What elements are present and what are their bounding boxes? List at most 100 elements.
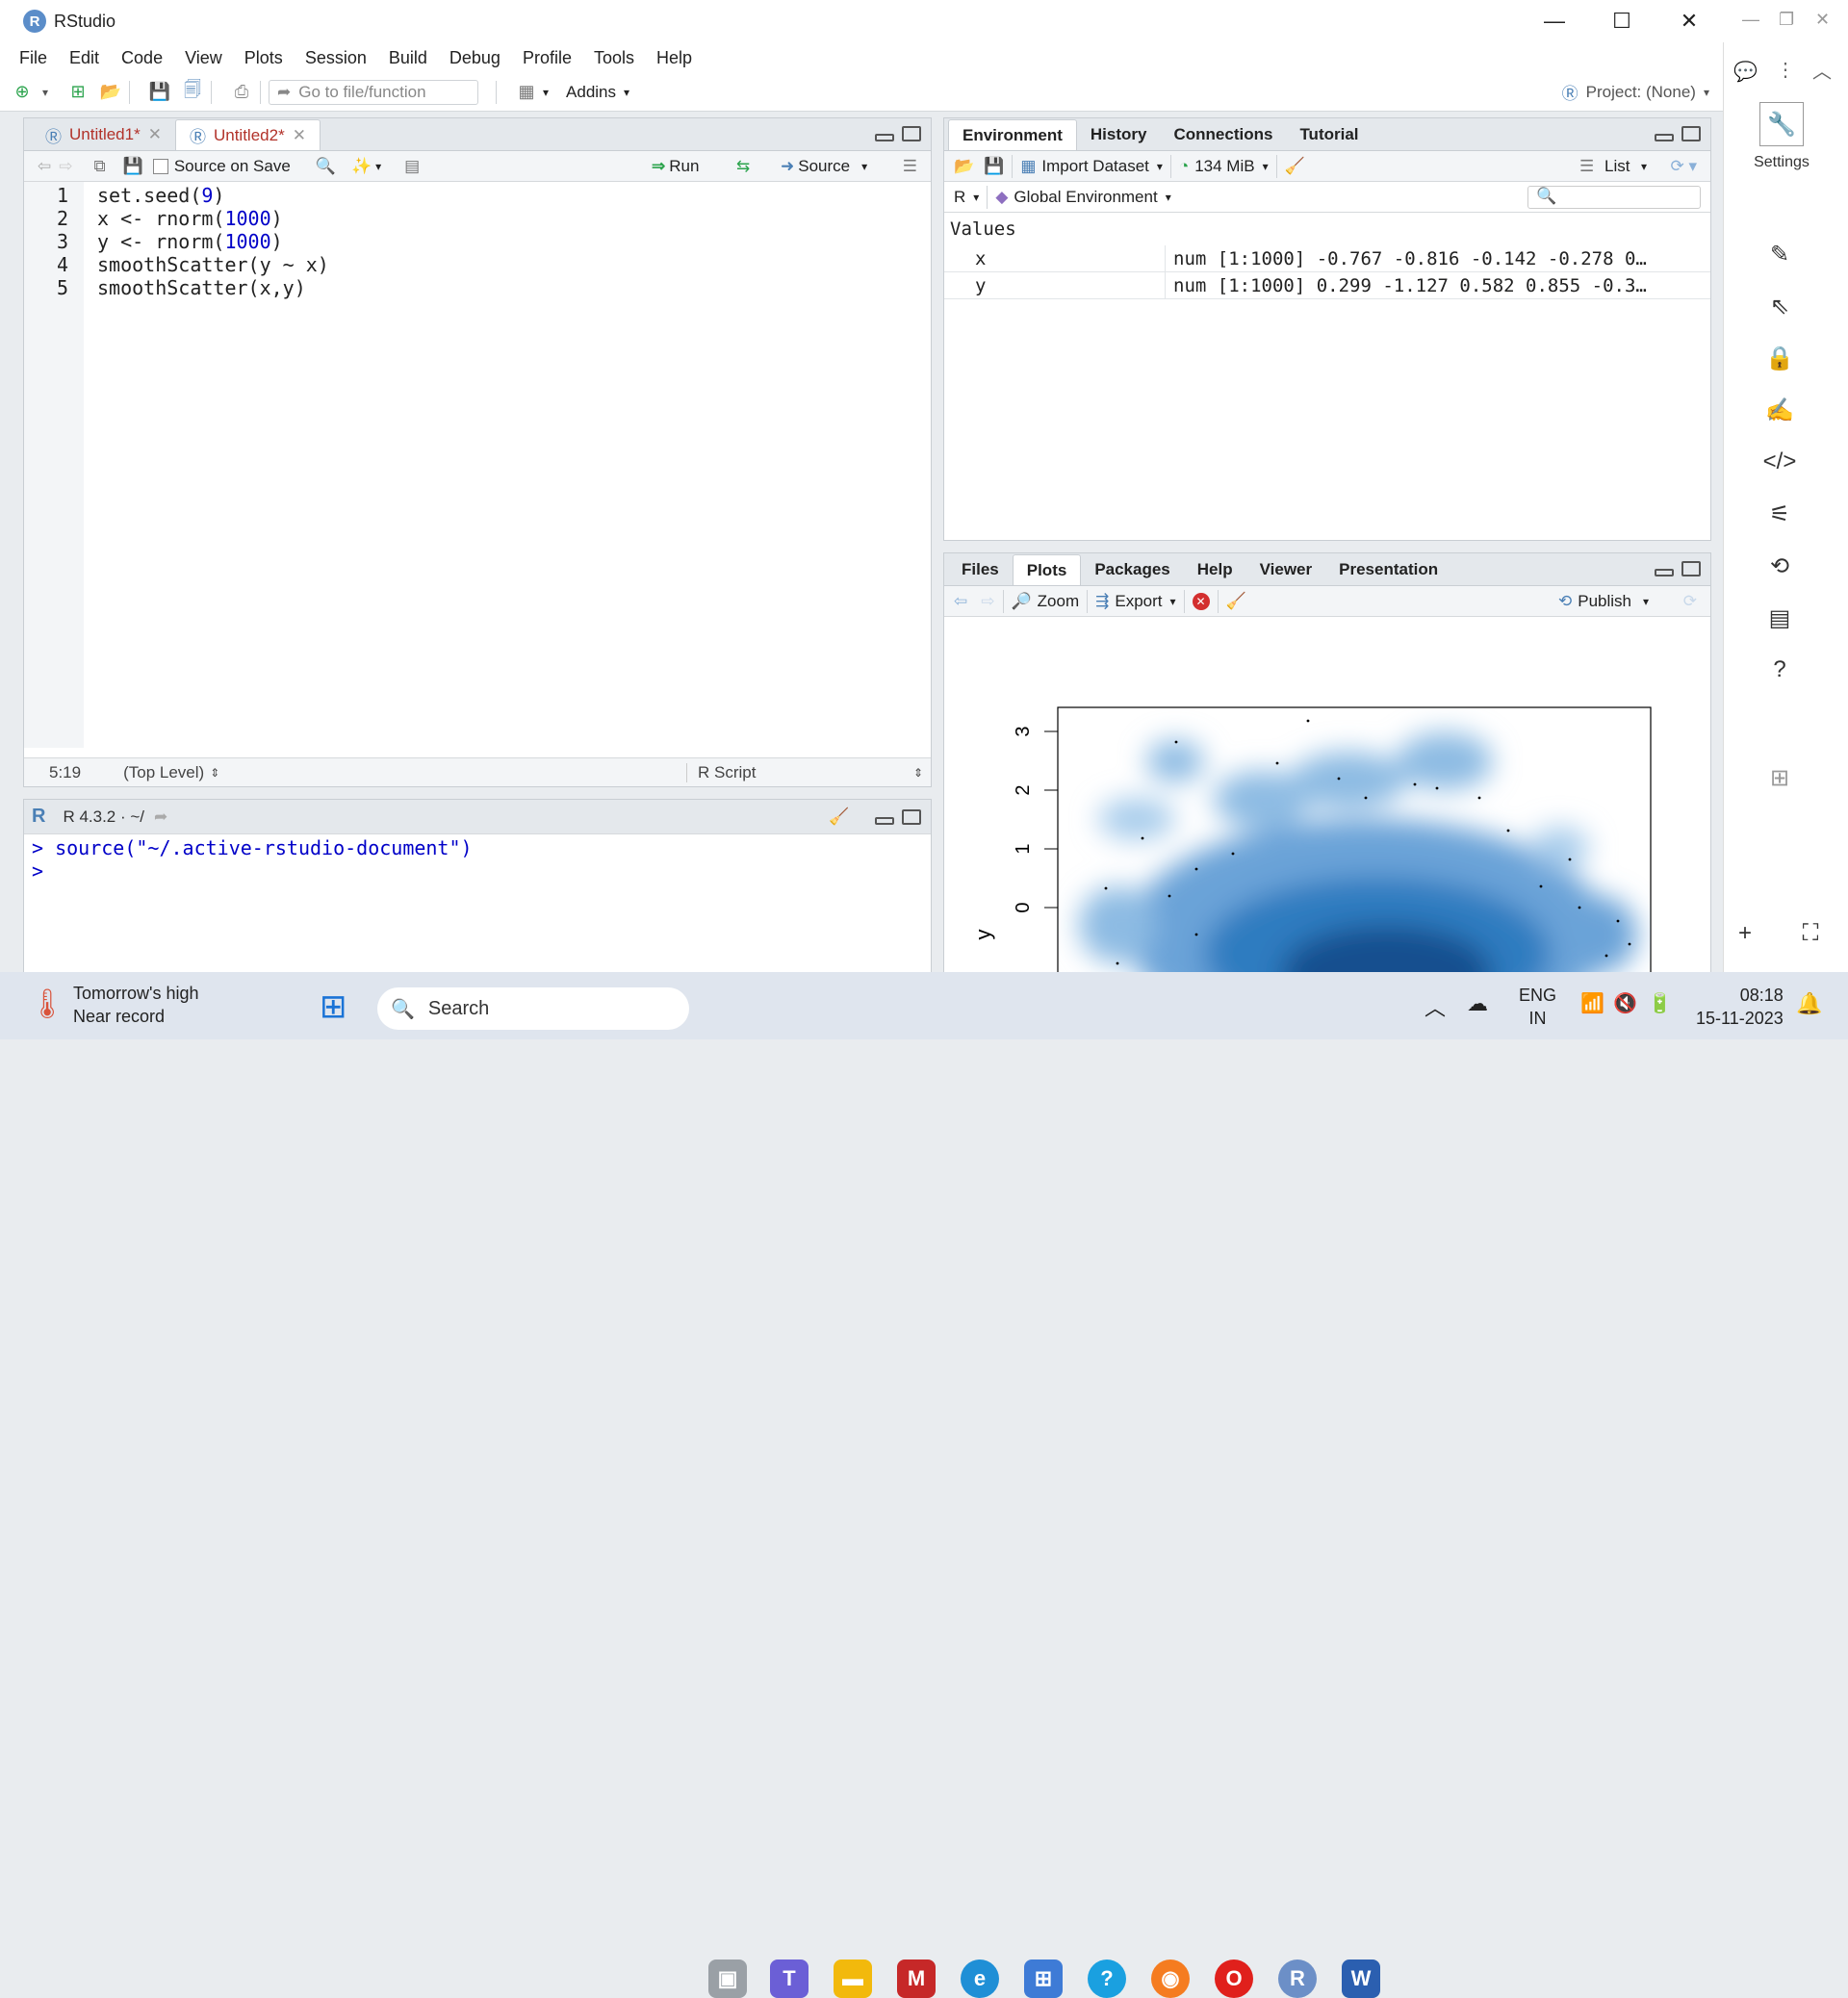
publish-button[interactable]: ⟲ Publish ▾ [1558,592,1649,611]
rerun-icon[interactable]: ⇆ [736,157,750,176]
remove-plot-icon[interactable]: ✕ [1192,592,1210,610]
code-area[interactable]: 1 set.seed(9) 2 x <- rnorm(1000) 3 y <- rnorm… [24,184,929,299]
menu-view[interactable]: View [185,48,222,68]
minimize-button[interactable]: — [1521,0,1588,42]
forward-arrow-icon[interactable]: ⇨ [59,157,72,176]
print-icon[interactable]: ⎙ [231,82,252,103]
maximize-pane-icon[interactable] [1681,126,1701,141]
save-all-icon[interactable]: 🗐 [182,80,203,103]
menu-profile[interactable]: Profile [523,48,572,68]
language-indicator[interactable]: ENG IN [1519,984,1556,1030]
chevron-down-icon[interactable]: ▾ [35,82,56,103]
menu-edit[interactable]: Edit [69,48,99,68]
import-dataset-button[interactable]: Import Dataset [1041,157,1149,176]
help-icon[interactable]: ? [1762,653,1797,687]
edge-icon[interactable]: e [961,1960,999,1998]
help-app-icon[interactable]: ? [1088,1960,1126,1998]
editor-tab[interactable]: Ⓡ Untitled1* ✕ [32,119,175,150]
list-box-icon[interactable]: ▤ [1762,601,1797,635]
environment-value-row[interactable]: y num [1:1000] 0.299 -1.127 0.582 0.855 -… [944,272,1710,299]
menu-code[interactable]: Code [121,48,163,68]
next-plot-icon[interactable]: ⇨ [981,592,994,611]
opera-icon[interactable]: O [1215,1960,1253,1998]
pen-icon[interactable]: ✎ [1762,237,1797,271]
chevron-up-icon[interactable]: ︿ [1424,991,1446,1022]
maximize-pane-icon[interactable] [902,809,921,825]
run-button[interactable]: ⇒ Run [652,157,699,176]
lock-icon[interactable]: 🔒 [1762,341,1797,375]
sliders-icon[interactable]: ⚟ [1762,497,1797,531]
tab-viewer[interactable]: Viewer [1246,554,1326,585]
file-explorer-icon[interactable]: ▬ [834,1960,872,1998]
compile-report-icon[interactable]: ▤ [404,157,420,176]
menu-session[interactable]: Session [305,48,367,68]
language-selector[interactable]: R [954,188,965,207]
project-menu[interactable]: Ⓡ Project: (None) ▾ [1562,80,1709,104]
task-view-icon[interactable]: ▣ [708,1960,747,1998]
notification-bell-icon[interactable]: 🔔 [1796,991,1822,1016]
menu-plots[interactable]: Plots [244,48,283,68]
edit-box-icon[interactable]: ✍ [1762,393,1797,427]
console-prompt[interactable]: > [32,859,473,883]
editor-tab[interactable]: Ⓡ Untitled2* ✕ [174,119,321,150]
go-to-file-input[interactable]: ➦ Go to file/function [269,79,478,105]
tab-tutorial[interactable]: Tutorial [1286,119,1372,150]
close-tab-icon[interactable]: ✕ [148,125,162,144]
minimize-pane-icon[interactable] [875,817,894,825]
tab-connections[interactable]: Connections [1160,119,1286,150]
load-workspace-icon[interactable]: 📂 [954,157,974,176]
tab-help[interactable]: Help [1184,554,1246,585]
menu-build[interactable]: Build [389,48,427,68]
tab-plots[interactable]: Plots [1012,554,1082,585]
battery-icon[interactable]: 🔋 [1648,991,1672,1015]
feedback-icon[interactable]: 💬 [1733,60,1758,84]
store-icon[interactable]: ⊞ [1024,1960,1063,1998]
open-folder-icon[interactable]: 📂 [100,82,121,103]
fullscreen-icon[interactable]: ⛶ [1793,916,1828,951]
rstudio-taskbar-icon[interactable]: R [1278,1960,1317,1998]
outline-icon[interactable]: ☰ [903,157,917,176]
menu-help[interactable]: Help [656,48,692,68]
show-in-window-icon[interactable]: ⧉ [94,157,106,176]
broom-icon[interactable]: 🧹 [1285,157,1305,176]
refresh-icon[interactable]: ⟳ ▾ [1670,157,1697,176]
save-workspace-icon[interactable]: 💾 [984,157,1004,176]
environment-search-input[interactable]: 🔍 [1527,186,1701,209]
close-button[interactable]: ✕ [1656,0,1723,42]
source-on-save-checkbox[interactable] [152,158,168,174]
new-project-icon[interactable]: ⊞ [67,82,89,103]
taskbar-search-box[interactable]: 🔍 Search [377,987,689,1030]
refresh-icon[interactable]: ⟳ [1683,592,1697,611]
windows-start-icon[interactable]: ⊞ [320,987,347,1026]
layout-grid-icon[interactable]: ▦ [516,82,537,103]
memory-usage-button[interactable]: 134 MiB [1194,157,1254,176]
tab-presentation[interactable]: Presentation [1325,554,1451,585]
teams-icon[interactable]: T [770,1960,808,1998]
maximize-button[interactable]: ☐ [1588,0,1656,42]
previous-plot-icon[interactable]: ⇦ [954,592,967,611]
history-icon[interactable]: ⟲ [1762,549,1797,583]
firefox-icon[interactable]: ◉ [1151,1960,1190,1998]
scope-selector[interactable]: (Top Level) [123,763,204,782]
save-icon[interactable]: 💾 [149,82,170,103]
save-icon[interactable]: 💾 [123,157,143,176]
maximize-pane-icon[interactable] [1681,561,1701,576]
onedrive-icon[interactable]: ☁ [1467,991,1488,1016]
add-icon[interactable]: + [1728,916,1762,951]
tab-history[interactable]: History [1077,119,1161,150]
menu-debug[interactable]: Debug [449,48,500,68]
source-button[interactable]: ➜ Source ▾ [781,157,867,176]
magic-wand-icon[interactable]: ✨ [351,157,372,176]
menu-file[interactable]: File [19,48,47,68]
maximize-pane-icon[interactable] [902,126,921,141]
more-options-icon[interactable]: ⋮ [1776,58,1795,82]
word-icon[interactable]: W [1342,1960,1380,1998]
minimize-icon[interactable]: — [1742,10,1759,30]
chevron-up-icon[interactable]: ︿ [1812,56,1832,84]
zoom-button[interactable]: Zoom [1038,592,1079,611]
close-icon[interactable]: ✕ [1815,10,1830,30]
mcafee-icon[interactable]: M [897,1960,936,1998]
new-file-icon[interactable]: ⊕ [12,82,33,103]
view-mode-selector[interactable]: List [1604,157,1630,176]
settings-button[interactable]: 🔧 Settings [1751,102,1812,208]
